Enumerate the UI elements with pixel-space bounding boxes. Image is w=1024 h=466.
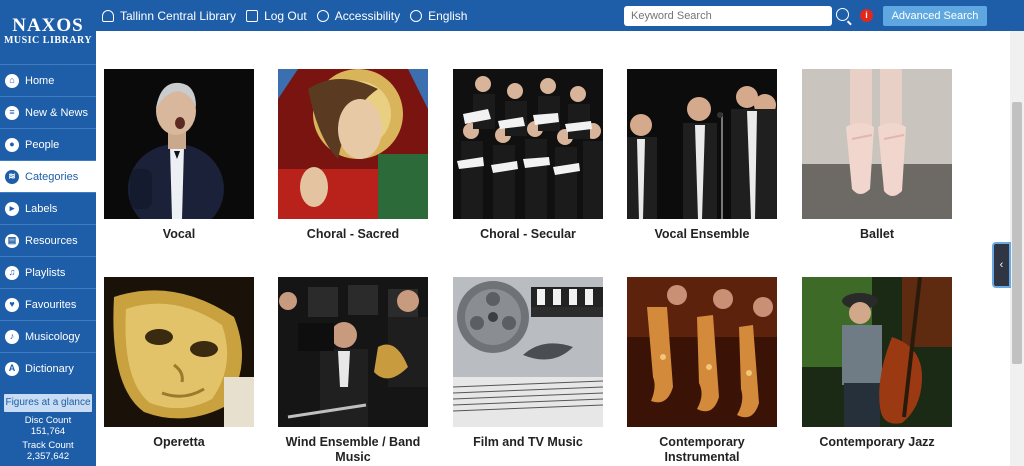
heart-icon: ♥	[5, 297, 19, 312]
saxophones-photo	[627, 277, 777, 427]
sidebar-item-labels[interactable]: ▸ Labels	[0, 192, 96, 224]
top-bar: Tallinn Central Library Log Out Accessib…	[96, 0, 1024, 31]
jazz-bassist-photo	[802, 277, 952, 427]
info-icon[interactable]: i	[860, 9, 873, 22]
library-link[interactable]: Tallinn Central Library	[102, 9, 236, 23]
resources-icon: ▤	[5, 233, 19, 248]
category-label: Operetta	[153, 435, 205, 449]
sidebar-item-label: Favourites	[25, 298, 77, 311]
logout-icon	[246, 9, 259, 22]
keyword-search-input[interactable]	[624, 6, 832, 26]
sidebar-item-label: New & News	[25, 106, 88, 119]
sidebar-item-resources[interactable]: ▤ Resources	[0, 224, 96, 256]
logout-link[interactable]: Log Out	[246, 9, 307, 23]
figures-at-a-glance[interactable]: Figures at a glance	[4, 394, 92, 412]
category-tile-film-tv[interactable]: Film and TV Music	[453, 277, 603, 450]
category-label: Contemporary Jazz	[819, 435, 935, 449]
disc-count-label: Disc Count	[24, 415, 72, 426]
category-label: Ballet	[859, 227, 895, 241]
sidebar-item-label: Resources	[25, 234, 78, 247]
category-tile-contemporary-instrumental[interactable]: Contemporary Instrumental	[627, 277, 777, 465]
stained-glass-jesus-photo	[278, 69, 428, 219]
category-tile-ballet[interactable]: Ballet	[802, 69, 952, 242]
label-icon: ▸	[5, 201, 19, 216]
naxos-app: NAXOS MUSIC LIBRARY ⌂ Home ≡ New & News ● P…	[0, 0, 1024, 466]
categories-icon: ≋	[5, 169, 19, 184]
opera-singer-photo	[104, 69, 254, 219]
search-icon[interactable]	[836, 8, 849, 21]
category-tile-vocal[interactable]: Vocal	[104, 69, 254, 242]
logout-label: Log Out	[264, 8, 307, 23]
category-label: Film and TV Music	[473, 435, 583, 449]
library-name: Tallinn Central Library	[120, 8, 237, 23]
sidebar-item-new-news[interactable]: ≡ New & News	[0, 96, 96, 128]
collapse-panel-button[interactable]: ‹	[992, 242, 1011, 288]
track-count: Track Count 2,357,642	[0, 440, 96, 462]
sidebar-item-people[interactable]: ● People	[0, 128, 96, 160]
film-reel-photo	[453, 277, 603, 427]
language-link[interactable]: English	[410, 9, 467, 23]
advanced-search-button[interactable]: Advanced Search	[883, 6, 987, 26]
dictionary-icon: A	[5, 361, 19, 376]
playlist-icon: ♫	[5, 265, 19, 280]
categories-grid: Vocal Choral - Sacred Choral - Secular V…	[96, 31, 1008, 466]
accessibility-link[interactable]: Accessibility	[316, 8, 401, 23]
logo-line2: MUSIC LIBRARY	[3, 35, 93, 46]
accessibility-icon	[316, 9, 329, 22]
chevron-left-icon: ‹	[999, 259, 1004, 271]
ballet-shoes-photo	[802, 69, 952, 219]
logo-line1: NAXOS	[12, 15, 84, 36]
disc-count: Disc Count 151,764	[0, 415, 96, 437]
sidebar-item-playlists[interactable]: ♫ Playlists	[0, 256, 96, 288]
gold-mask-photo	[104, 277, 254, 427]
category-label: Choral - Sacred	[306, 227, 400, 241]
sidebar-item-label: Dictionary	[25, 362, 74, 375]
globe-icon	[410, 9, 423, 22]
category-label: Vocal Ensemble	[654, 227, 750, 241]
person-icon: ●	[5, 137, 19, 152]
home-icon: ⌂	[5, 73, 19, 88]
sidebar-item-label: Categories	[25, 170, 79, 183]
scrollbar-thumb[interactable]	[1012, 102, 1022, 364]
choir-photo	[453, 69, 603, 219]
category-tile-vocal-ensemble[interactable]: Vocal Ensemble	[627, 69, 777, 242]
user-icon	[102, 9, 114, 22]
sidebar-item-label: Labels	[25, 202, 58, 215]
news-icon: ≡	[5, 105, 19, 120]
category-tile-choral-secular[interactable]: Choral - Secular	[453, 69, 603, 242]
sidebar-nav: ⌂ Home ≡ New & News ● People ≋ Categories ▸ L…	[0, 64, 96, 384]
sidebar: NAXOS MUSIC LIBRARY ⌂ Home ≡ New & News ● P…	[0, 0, 96, 466]
sidebar-item-categories[interactable]: ≋ Categories	[0, 160, 96, 192]
sidebar-item-label: Home	[25, 74, 55, 87]
sidebar-item-home[interactable]: ⌂ Home	[0, 64, 96, 96]
accessibility-label: Accessibility	[334, 8, 401, 23]
sidebar-item-label: Playlists	[25, 266, 66, 279]
category-tile-wind-ensemble[interactable]: Wind Ensemble / Band Music	[278, 277, 428, 465]
disc-count-value: 151,764	[30, 426, 66, 437]
sidebar-item-favourites[interactable]: ♥ Favourites	[0, 288, 96, 320]
category-tile-choral-sacred[interactable]: Choral - Sacred	[278, 69, 428, 242]
sidebar-item-dictionary[interactable]: A Dictionary	[0, 352, 96, 384]
category-label: Wind Ensemble / Band Music	[285, 435, 421, 464]
category-label: Choral - Secular	[480, 227, 576, 241]
language-label: English	[428, 8, 468, 23]
wind-band-photo	[278, 277, 428, 427]
sidebar-item-label: Musicology	[25, 330, 81, 343]
sidebar-item-label: People	[25, 138, 60, 151]
musicology-icon: ♪	[5, 329, 19, 344]
category-label: Contemporary Instrumental	[659, 435, 745, 464]
vocal-ensemble-photo	[627, 69, 777, 219]
track-count-label: Track Count	[22, 440, 74, 451]
category-tile-contemporary-jazz[interactable]: Contemporary Jazz	[802, 277, 952, 450]
category-tile-operetta[interactable]: Operetta	[104, 277, 254, 450]
track-count-value: 2,357,642	[26, 451, 70, 462]
sidebar-item-musicology[interactable]: ♪ Musicology	[0, 320, 96, 352]
naxos-logo[interactable]: NAXOS MUSIC LIBRARY	[0, 0, 96, 64]
category-label: Vocal	[162, 227, 196, 241]
